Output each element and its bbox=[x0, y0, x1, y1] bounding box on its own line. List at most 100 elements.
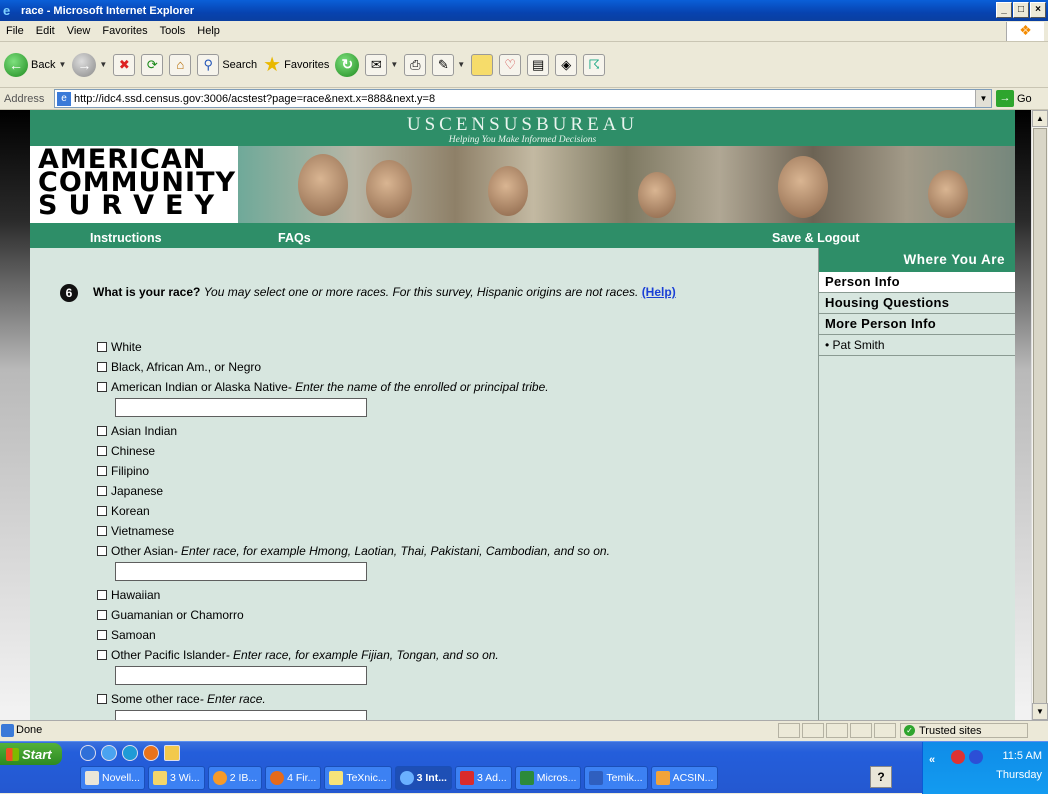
checkbox[interactable] bbox=[97, 446, 107, 456]
task-texnic[interactable]: TeXnic... bbox=[324, 766, 392, 790]
address-input[interactable]: e http://idc4.ssd.census.gov:3006/acstes… bbox=[54, 89, 992, 108]
media-icon[interactable]: ◈ bbox=[555, 53, 578, 76]
checkbox[interactable] bbox=[97, 590, 107, 600]
option-japanese[interactable]: Japanese bbox=[97, 484, 163, 498]
firefox-quicklaunch-icon[interactable] bbox=[143, 745, 159, 761]
maximize-button[interactable]: □ bbox=[1013, 2, 1029, 18]
tray-audio-icon[interactable] bbox=[969, 750, 983, 764]
sidebar-person-pat-smith[interactable]: • Pat Smith bbox=[819, 335, 1015, 356]
checkbox[interactable] bbox=[97, 650, 107, 660]
home-icon[interactable]: ⌂ bbox=[169, 53, 192, 76]
history-icon[interactable]: ↻ bbox=[335, 52, 360, 77]
checkbox[interactable] bbox=[97, 526, 107, 536]
forward-button[interactable]: → ▼ bbox=[72, 52, 107, 77]
messenger-icon[interactable]: ♡ bbox=[499, 53, 522, 76]
nav-save-logout-link[interactable]: Save & Logout bbox=[772, 231, 860, 245]
back-label: Back bbox=[31, 58, 56, 71]
print-icon[interactable]: ⎙ bbox=[404, 53, 427, 76]
checkbox[interactable] bbox=[97, 610, 107, 620]
back-button[interactable]: ← Back ▼ bbox=[4, 52, 66, 77]
back-dropdown-icon[interactable]: ▼ bbox=[58, 60, 66, 69]
menu-help[interactable]: Help bbox=[191, 25, 226, 37]
option-chinese[interactable]: Chinese bbox=[97, 444, 155, 458]
tray-expand-icon[interactable]: « bbox=[929, 754, 935, 766]
task-novell[interactable]: Novell... bbox=[80, 766, 145, 790]
option-american-indian[interactable]: American Indian or Alaska Native - Enter… bbox=[97, 380, 549, 394]
option-other-pacific-islander[interactable]: Other Pacific Islander - Enter race, for… bbox=[97, 648, 499, 662]
scroll-thumb[interactable] bbox=[1033, 128, 1047, 708]
edit-icon[interactable]: ✎ bbox=[432, 53, 455, 76]
minimize-button[interactable]: _ bbox=[996, 2, 1012, 18]
refresh-icon[interactable]: ⟳ bbox=[141, 53, 164, 76]
folder-icon[interactable]: ​ bbox=[471, 53, 494, 76]
media-quicklaunch-icon[interactable] bbox=[122, 745, 138, 761]
search-button[interactable]: ⚲ Search bbox=[197, 53, 257, 76]
close-button[interactable]: × bbox=[1030, 2, 1046, 18]
option-asian-indian[interactable]: Asian Indian bbox=[97, 424, 177, 438]
option-hawaiian[interactable]: Hawaiian bbox=[97, 588, 160, 602]
sidebar-item-housing-questions[interactable]: Housing Questions bbox=[819, 293, 1015, 314]
tray-network-icon[interactable] bbox=[951, 750, 965, 764]
other-race-input[interactable] bbox=[115, 710, 367, 720]
task-windows[interactable]: 3 Wi... bbox=[147, 766, 205, 790]
checkbox[interactable] bbox=[97, 486, 107, 496]
start-button[interactable]: Start bbox=[0, 743, 62, 765]
browser-quicklaunch-icon[interactable] bbox=[101, 745, 117, 761]
option-vietnamese[interactable]: Vietnamese bbox=[97, 524, 174, 538]
discuss-icon[interactable]: ☈ bbox=[583, 53, 606, 76]
mail-icon[interactable]: ✉ bbox=[365, 53, 388, 76]
task-ib[interactable]: 2 IB... bbox=[207, 766, 263, 790]
checkbox[interactable] bbox=[97, 382, 107, 392]
checkbox[interactable] bbox=[97, 546, 107, 556]
favorites-button[interactable]: ★ Favorites bbox=[263, 52, 329, 77]
pacific-islander-input[interactable] bbox=[115, 666, 367, 685]
vertical-scrollbar[interactable]: ▲ ▼ bbox=[1031, 110, 1048, 720]
option-other-asian[interactable]: Other Asian - Enter race, for example Hm… bbox=[97, 544, 610, 558]
checkbox[interactable] bbox=[97, 630, 107, 640]
folder-quicklaunch-icon[interactable] bbox=[164, 745, 180, 761]
option-korean[interactable]: Korean bbox=[97, 504, 150, 518]
task-firefox[interactable]: 4 Fir... bbox=[265, 766, 322, 790]
menu-file[interactable]: File bbox=[0, 25, 30, 37]
clock-time[interactable]: 11:5 AM bbox=[1002, 750, 1042, 762]
task-internet-explorer[interactable]: 3 Int... bbox=[394, 766, 452, 790]
nav-faqs-link[interactable]: FAQs bbox=[278, 231, 311, 245]
menu-edit[interactable]: Edit bbox=[30, 25, 61, 37]
menu-view[interactable]: View bbox=[61, 25, 97, 37]
tribe-input[interactable] bbox=[115, 398, 367, 417]
checkbox[interactable] bbox=[97, 694, 107, 704]
help-icon[interactable]: ? bbox=[870, 766, 892, 788]
forward-dropdown-icon[interactable]: ▼ bbox=[99, 60, 107, 69]
checkbox[interactable] bbox=[97, 362, 107, 372]
option-white[interactable]: White bbox=[97, 340, 142, 354]
other-asian-input[interactable] bbox=[115, 562, 367, 581]
address-dropdown-icon[interactable]: ▼ bbox=[975, 90, 991, 107]
task-acsin[interactable]: ACSIN... bbox=[650, 766, 719, 790]
option-guamanian[interactable]: Guamanian or Chamorro bbox=[97, 608, 244, 622]
help-link[interactable]: (Help) bbox=[642, 285, 676, 299]
sidebar-item-more-person-info[interactable]: More Person Info bbox=[819, 314, 1015, 335]
checkbox[interactable] bbox=[97, 342, 107, 352]
scroll-up-icon[interactable]: ▲ bbox=[1032, 110, 1048, 127]
task-adobe[interactable]: 3 Ad... bbox=[454, 766, 512, 790]
menu-tools[interactable]: Tools bbox=[154, 25, 192, 37]
go-button[interactable]: → Go bbox=[996, 90, 1032, 107]
stop-icon[interactable]: ✖ bbox=[113, 53, 136, 76]
sidebar-item-person-info[interactable]: Person Info bbox=[819, 272, 1015, 293]
checkbox[interactable] bbox=[97, 466, 107, 476]
option-samoan[interactable]: Samoan bbox=[97, 628, 156, 642]
checkbox[interactable] bbox=[97, 506, 107, 516]
task-excel[interactable]: Micros... bbox=[514, 766, 582, 790]
task-word[interactable]: Temik... bbox=[584, 766, 648, 790]
checkbox[interactable] bbox=[97, 426, 107, 436]
option-some-other-race[interactable]: Some other race - Enter race. bbox=[97, 692, 266, 706]
option-black[interactable]: Black, African Am., or Negro bbox=[97, 360, 261, 374]
research-icon[interactable]: ▤ bbox=[527, 53, 550, 76]
option-filipino[interactable]: Filipino bbox=[97, 464, 149, 478]
nav-instructions-link[interactable]: Instructions bbox=[90, 231, 162, 245]
mail-dropdown-icon[interactable]: ▼ bbox=[390, 60, 398, 69]
menu-favorites[interactable]: Favorites bbox=[96, 25, 153, 37]
edit-dropdown-icon[interactable]: ▼ bbox=[457, 60, 465, 69]
ie-quicklaunch-icon[interactable] bbox=[80, 745, 96, 761]
scroll-down-icon[interactable]: ▼ bbox=[1032, 703, 1048, 720]
